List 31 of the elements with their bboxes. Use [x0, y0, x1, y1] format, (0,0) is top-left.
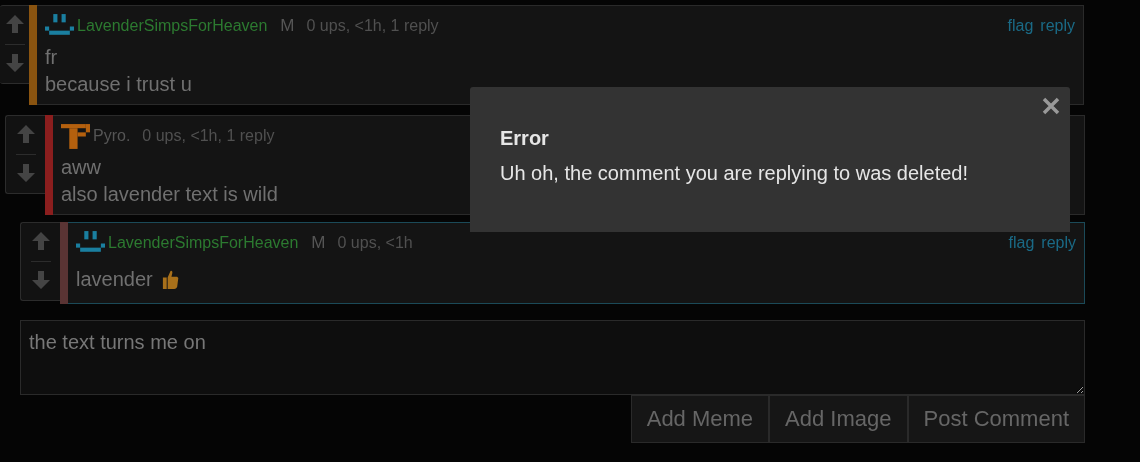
- comment-action-link[interactable]: reply: [1040, 17, 1075, 35]
- dialog-title: Error: [500, 127, 550, 150]
- downvote-icon[interactable]: [15, 154, 36, 183]
- comment-meta: 0 ups, <1h, 1 reply: [142, 127, 275, 145]
- comment-action-link[interactable]: flag: [1008, 234, 1035, 252]
- upvote-icon[interactable]: [4, 14, 25, 34]
- comment-action-link[interactable]: reply: [1041, 234, 1076, 252]
- comment-text: because i trust u: [45, 72, 192, 97]
- comment-action-link[interactable]: flag: [1007, 17, 1034, 35]
- composer-button[interactable]: Add Image: [769, 395, 908, 443]
- username-link[interactable]: LavenderSimpsForHeaven: [77, 17, 268, 35]
- composer-button[interactable]: Post Comment: [907, 395, 1085, 443]
- comment-text: also lavender text is wild: [61, 182, 278, 207]
- username-link[interactable]: Pyro.: [93, 127, 131, 145]
- dialog-message: Uh oh, the comment you are replying to was deleted!: [500, 162, 970, 185]
- comment-text: lavender: [76, 267, 153, 292]
- comment-text: aww: [61, 155, 101, 180]
- username-link[interactable]: LavenderSimpsForHeaven: [108, 234, 299, 252]
- upvote-icon[interactable]: [15, 124, 36, 144]
- comment-meta: 0 ups, <1h, 1 reply: [306, 17, 439, 35]
- user-label: M: [311, 233, 326, 253]
- comment-meta: 0 ups, <1h: [337, 234, 413, 252]
- close-icon[interactable]: [1041, 96, 1061, 116]
- comment-input-field[interactable]: the text turns me on: [20, 320, 1085, 395]
- user-label: M: [280, 16, 295, 36]
- composer-button[interactable]: Add Meme: [630, 395, 770, 443]
- pixel-letter-avatar-icon: [61, 123, 90, 149]
- upvote-icon[interactable]: [30, 231, 51, 251]
- downvote-icon[interactable]: [4, 44, 25, 73]
- comment-text: fr: [45, 45, 58, 70]
- downvote-icon[interactable]: [30, 261, 51, 290]
